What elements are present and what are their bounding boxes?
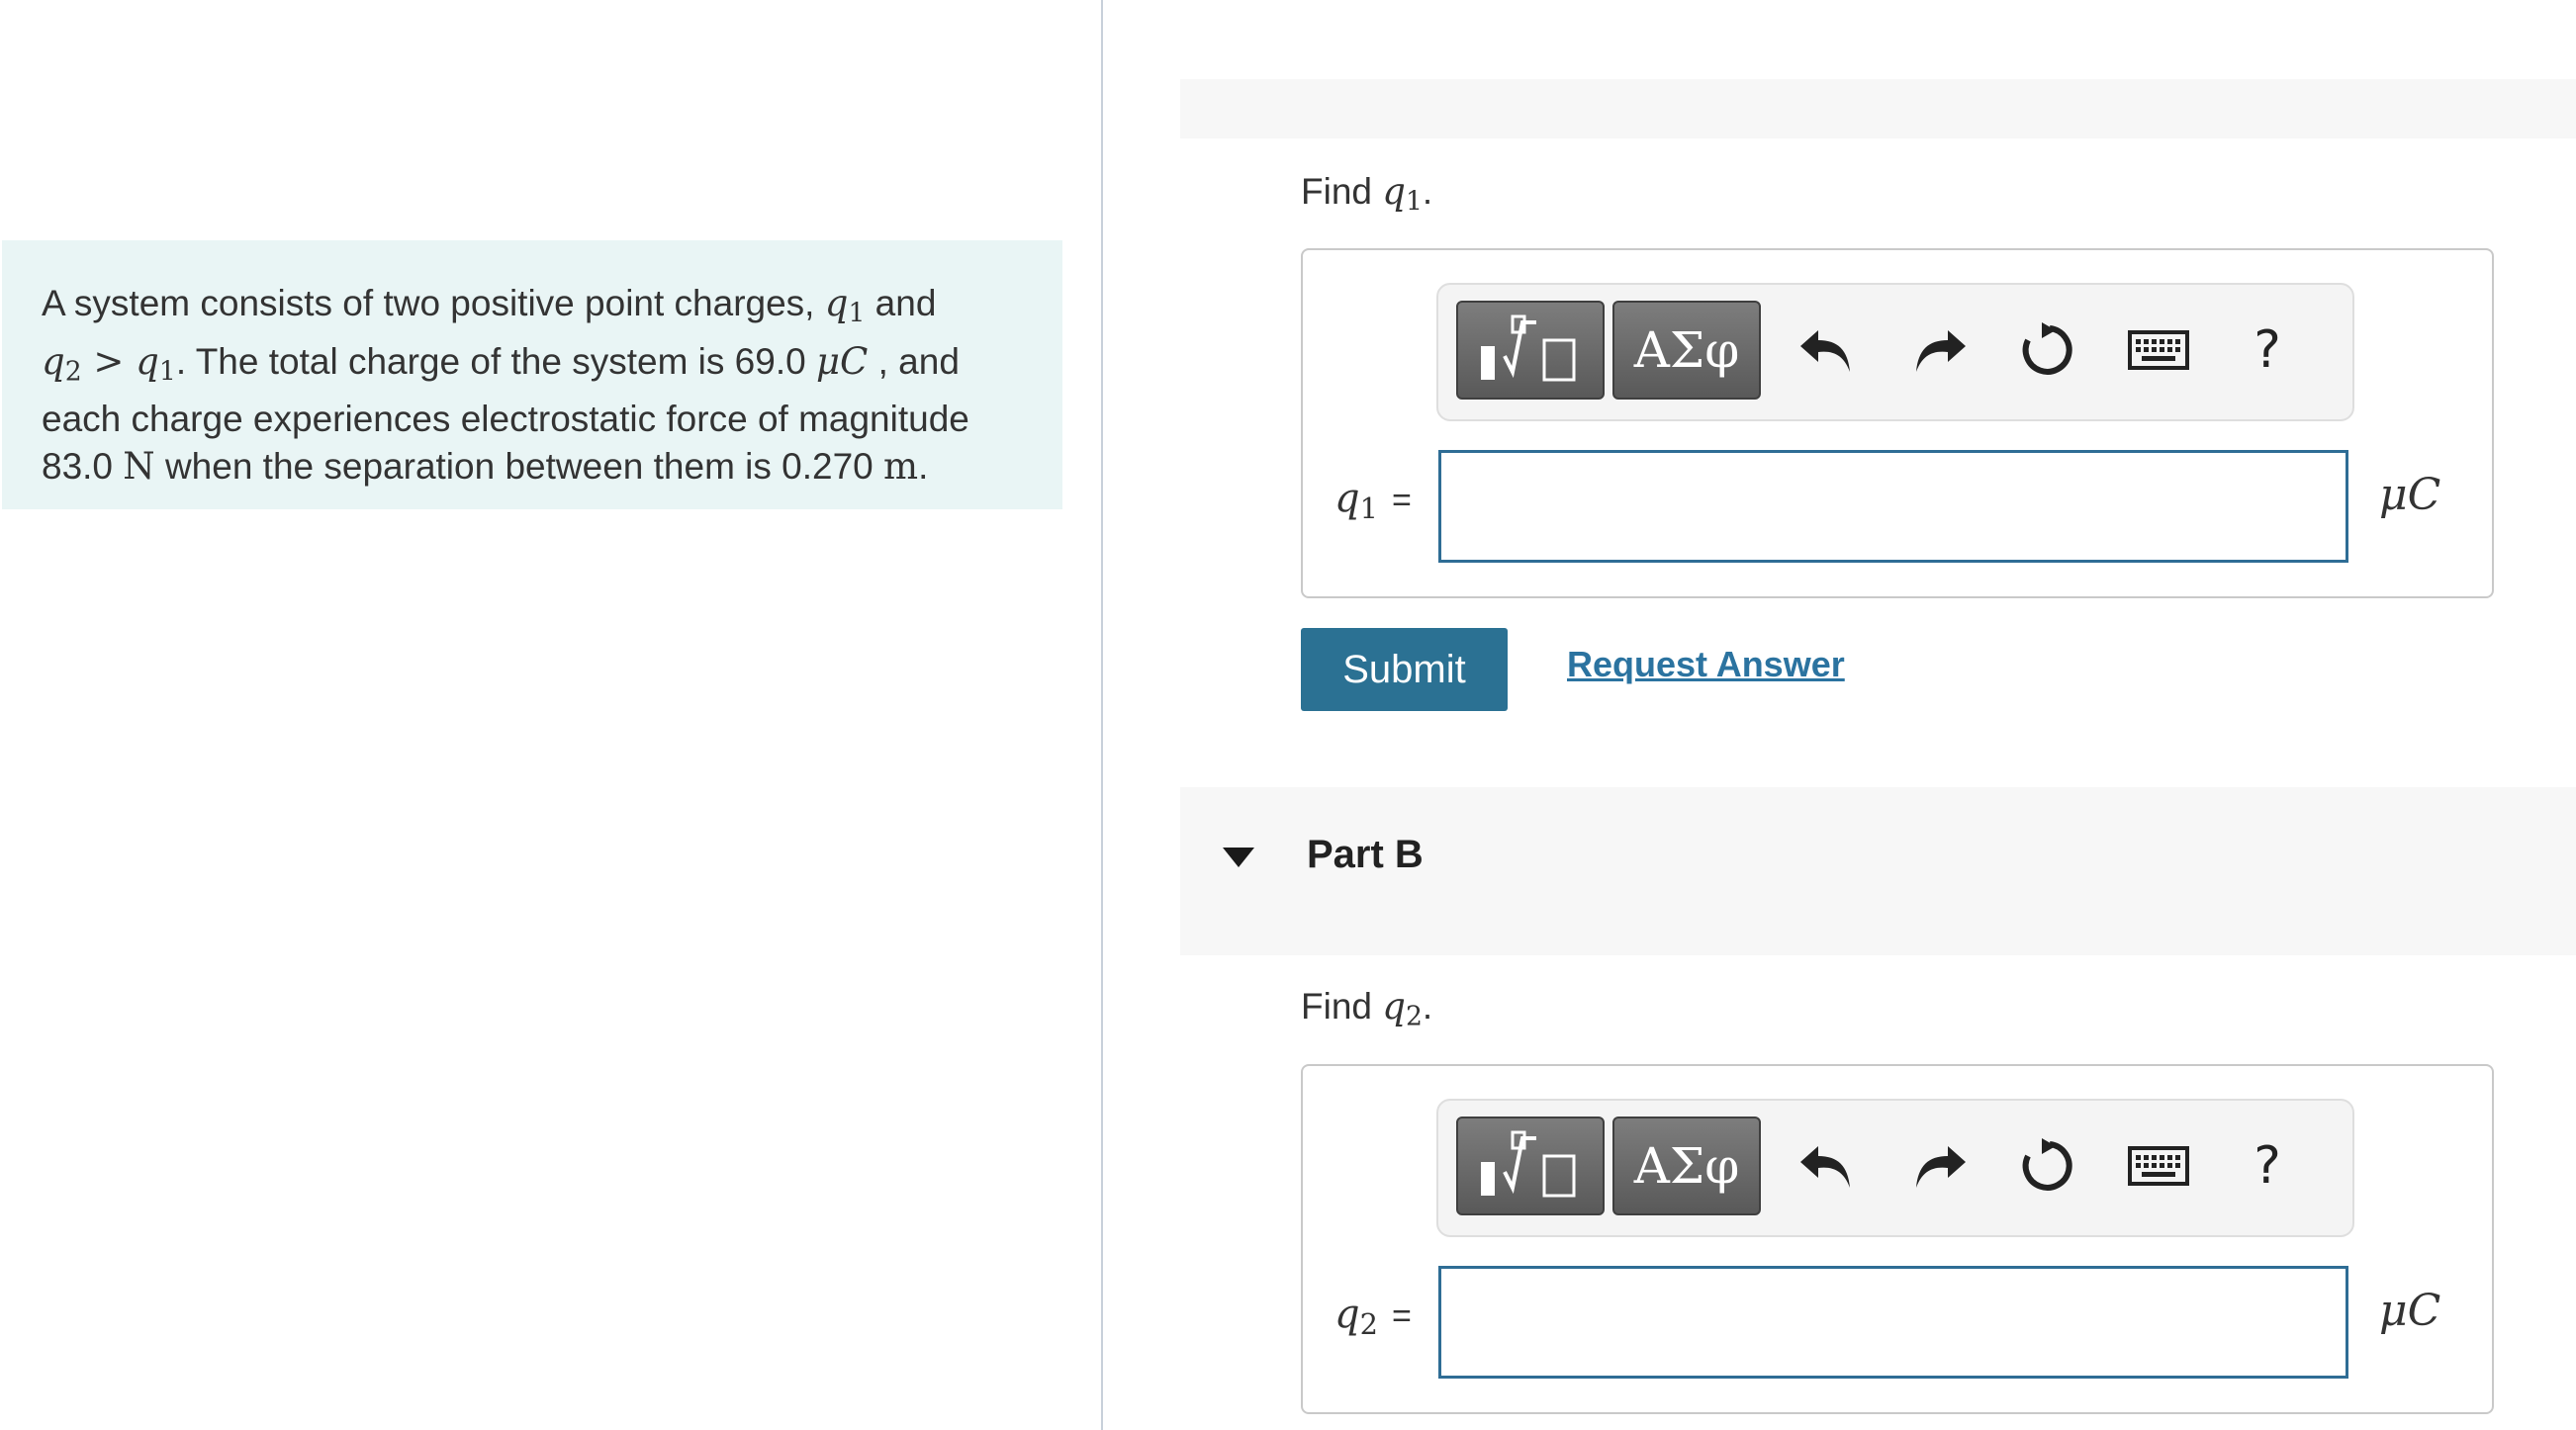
request-answer-link[interactable]: Request Answer <box>1567 644 1845 685</box>
undo-icon <box>1800 330 1850 372</box>
collapse-triangle-icon[interactable] <box>1223 848 1254 867</box>
problem-text: and <box>865 283 937 323</box>
greater-than-sign: > <box>81 339 137 383</box>
problem-text: . The total charge of the system is 69.0 <box>175 340 816 382</box>
redo-button[interactable] <box>1904 314 1976 386</box>
var-q1: q1 <box>824 282 866 329</box>
reset-icon <box>2022 322 2072 375</box>
q2-unit: μC <box>2379 1286 2441 1336</box>
undo-button[interactable] <box>1791 1130 1862 1202</box>
greek-letters-button[interactable]: ΑΣφ <box>1612 1117 1761 1215</box>
math-toolbar: ΑΣφ ? <box>1436 283 2354 421</box>
part-b-title[interactable]: Part B <box>1307 833 1424 877</box>
templates-button[interactable] <box>1456 301 1605 400</box>
help-icon: ? <box>2254 320 2281 380</box>
unit-microcoulomb: μC <box>815 339 869 383</box>
redo-icon <box>1916 1146 1966 1188</box>
part-b-prompt: Find q2. <box>1301 985 1433 1032</box>
math-toolbar: ΑΣφ ? <box>1436 1099 2354 1237</box>
keyboard-button[interactable] <box>2123 1130 2194 1202</box>
redo-icon <box>1916 330 1966 372</box>
undo-icon <box>1800 1146 1850 1188</box>
problem-text: when the separation between them is 0.27… <box>154 446 884 488</box>
help-icon: ? <box>2254 1136 2281 1196</box>
q2-label: q2 = <box>1334 1292 1412 1342</box>
templates-icon <box>1481 1130 1576 1198</box>
keyboard-icon <box>2128 1146 2189 1186</box>
unit-meter: m <box>883 445 919 489</box>
reset-button[interactable] <box>2010 1130 2081 1202</box>
keyboard-button[interactable] <box>2123 314 2194 386</box>
redo-button[interactable] <box>1904 1130 1976 1202</box>
undo-button[interactable] <box>1791 314 1862 386</box>
var-q2: q2 <box>42 339 82 388</box>
part-a-answer-box: ΑΣφ ? q1 = μC <box>1301 248 2494 598</box>
greek-letters-button[interactable]: ΑΣφ <box>1612 301 1761 400</box>
part-b-answer-box: ΑΣφ ? q2 = μC <box>1301 1064 2494 1414</box>
help-button[interactable]: ? <box>2232 314 2303 386</box>
greek-letters-icon: ΑΣφ <box>1633 1137 1740 1195</box>
greek-letters-icon: ΑΣφ <box>1633 321 1740 379</box>
problem-text: A system consists of two positive point … <box>42 283 825 323</box>
unit-newton: N <box>123 445 155 489</box>
q1-answer-input[interactable] <box>1438 450 2348 563</box>
q1-unit: μC <box>2379 470 2441 520</box>
column-divider <box>1101 0 1103 1430</box>
part-a-prompt: Find q1. <box>1301 170 1433 218</box>
keyboard-icon <box>2128 330 2189 370</box>
problem-statement: A system consists of two positive point … <box>2 240 1062 509</box>
problem-text: . <box>918 446 929 488</box>
q1-label: q1 = <box>1334 476 1412 526</box>
submit-button[interactable]: Submit <box>1301 628 1508 711</box>
templates-button[interactable] <box>1456 1117 1605 1215</box>
templates-icon <box>1481 314 1576 382</box>
reset-icon <box>2022 1138 2072 1191</box>
q2-answer-input[interactable] <box>1438 1266 2348 1379</box>
part-a-header-band <box>1180 79 2576 138</box>
reset-button[interactable] <box>2010 314 2081 386</box>
var-q1: q1 <box>136 339 176 388</box>
help-button[interactable]: ? <box>2232 1130 2303 1202</box>
